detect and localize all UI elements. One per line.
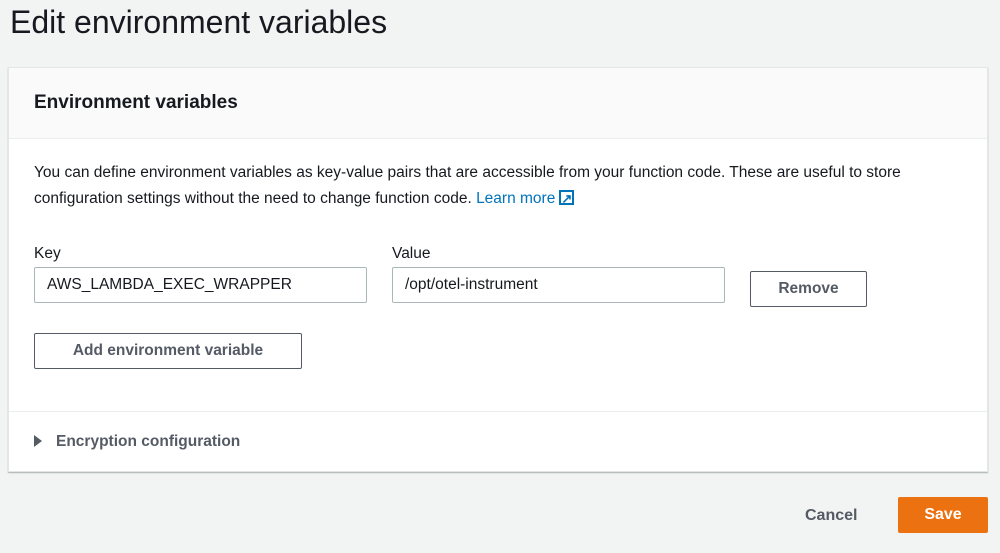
save-button[interactable]: Save: [898, 497, 988, 533]
learn-more-link[interactable]: Learn more: [476, 186, 575, 212]
key-label: Key: [34, 245, 61, 262]
caret-right-icon: [34, 435, 42, 447]
environment-variables-panel: Environment variables You can define env…: [8, 67, 988, 472]
external-link-icon: [559, 186, 575, 212]
learn-more-label: Learn more: [476, 190, 556, 207]
add-environment-variable-button[interactable]: Add environment variable: [34, 333, 302, 369]
panel-title: Environment variables: [34, 92, 238, 113]
page-title: Edit environment variables: [10, 4, 388, 40]
cancel-button[interactable]: Cancel: [805, 507, 857, 525]
value-input[interactable]: [392, 267, 725, 303]
panel-header: Environment variables: [9, 68, 987, 139]
divider: [9, 411, 987, 412]
key-input[interactable]: [34, 267, 367, 303]
description: You can define environment variables as …: [34, 160, 974, 212]
remove-button[interactable]: Remove: [750, 271, 867, 307]
description-text: You can define environment variables as …: [34, 164, 901, 207]
encryption-label: Encryption configuration: [56, 433, 241, 450]
value-label: Value: [392, 245, 431, 262]
encryption-configuration-toggle[interactable]: Encryption configuration: [34, 433, 240, 451]
